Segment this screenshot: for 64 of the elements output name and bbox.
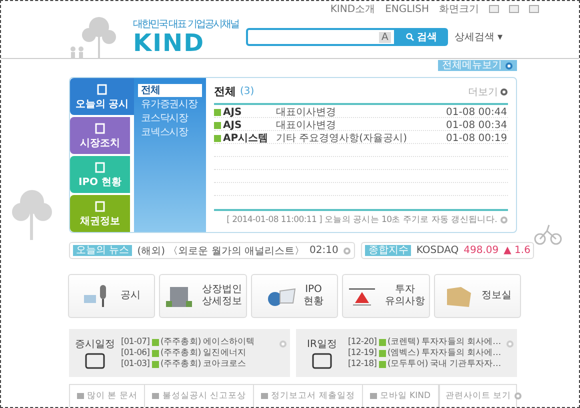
side-tab[interactable]: 오늘의 공시 — [70, 78, 134, 115]
company-link[interactable]: AJS — [214, 120, 276, 130]
tab-icon — [95, 82, 109, 94]
disclosure-title[interactable]: 기타 주요경영사항(자율공시) — [276, 131, 446, 145]
company-link[interactable]: AJS — [214, 106, 276, 118]
expand-icon — [505, 62, 513, 70]
more-icon — [343, 246, 352, 254]
index-value: 498.09 — [464, 245, 499, 256]
quick-link-card[interactable]: 공시 — [68, 274, 156, 318]
news-time: 02:10 — [310, 245, 338, 256]
calendar-icon — [311, 353, 333, 369]
quick-link-card[interactable]: 투자 유의사항 — [342, 274, 430, 318]
quick-link-card[interactable]: IPO 현황 — [250, 274, 338, 318]
disclosure-time: 01-08 00:19 — [446, 132, 508, 144]
schedule-item[interactable]: [01-06] (주주총회) 일진에너지 — [121, 348, 255, 358]
search-field[interactable]: A — [246, 28, 396, 46]
side-tab[interactable]: 시장조치 — [70, 117, 130, 154]
calendar-icon — [84, 353, 106, 369]
schedule-item[interactable]: [01-03] (주주총회) 코아크로스 — [121, 358, 255, 370]
more-icon — [506, 340, 514, 348]
top-link[interactable]: KIND소개 — [330, 2, 376, 16]
list-count: (3) — [240, 86, 254, 97]
index-badge: 종합지수 — [365, 245, 412, 256]
screen-size-label: 화면크기 — [439, 3, 479, 16]
disclosure-title[interactable]: 대표이사변경 — [276, 118, 446, 132]
detail-search-link[interactable]: 상세검색 ▾ — [454, 30, 503, 44]
top-link[interactable]: ENGLISH — [385, 4, 429, 14]
reset-size-button[interactable] — [509, 5, 519, 13]
more-icon — [279, 340, 287, 348]
cyclist-drawing — [533, 223, 563, 245]
search-icon — [406, 33, 414, 41]
link-icon — [261, 392, 268, 400]
market-tab[interactable]: 전체 — [138, 84, 202, 97]
link-icon — [152, 392, 160, 400]
schedule-title: IR일정 — [307, 338, 337, 351]
tab-icon — [93, 200, 107, 212]
zoom-out-button[interactable] — [529, 5, 539, 13]
company-link[interactable]: AP시스템 — [214, 131, 276, 145]
zoom-in-button[interactable] — [489, 5, 499, 13]
quick-link-card[interactable]: 정보실 — [434, 274, 522, 318]
schedule-item[interactable]: [12-18] (모두투어) 국내 기관투자자… — [348, 358, 501, 370]
search-type-select[interactable]: A — [378, 32, 392, 42]
schedule-item[interactable]: [12-19] (엠벡스) 투자자들의 회사에… — [348, 348, 501, 358]
link-icon — [77, 392, 84, 400]
schedule-item[interactable]: [01-07] (주주총회) 에이스하이텍 — [121, 336, 255, 348]
news-headline[interactable]: (해외) 〈외로운 월가의 애널리스트〉 — [137, 244, 305, 258]
expand-icon — [514, 392, 522, 400]
logo-tagline: 대한민국 대표 기업공시채널 — [133, 19, 238, 31]
schedule-item[interactable]: [12-20] (코렌텍) 투자자들의 회사에… — [348, 336, 501, 348]
close-icon — [500, 216, 508, 224]
tab-icon — [93, 122, 107, 134]
news-badge: 오늘의 뉴스 — [73, 245, 132, 256]
disclosure-time: 01-08 00:34 — [446, 120, 508, 130]
quick-link-card[interactable]: 상장법인 상세정보 — [159, 274, 247, 318]
disclosure-time: 01-08 00:44 — [446, 106, 508, 118]
schedule-title: 증시일정 — [75, 338, 115, 351]
list-title: 전체 — [214, 84, 236, 99]
tab-icon — [93, 160, 107, 172]
index-market: KOSDAQ — [416, 245, 459, 256]
more-icon — [500, 88, 508, 96]
disclosure-title[interactable]: 대표이사변경 — [276, 105, 446, 119]
link-icon — [370, 392, 377, 400]
index-change: ▲ 1.6 — [504, 245, 530, 256]
refresh-notice: [ 2014-01-08 11:00:11 ] 오늘의 공시는 10초 주기로 자동 갱신됩니다. — [226, 214, 497, 226]
